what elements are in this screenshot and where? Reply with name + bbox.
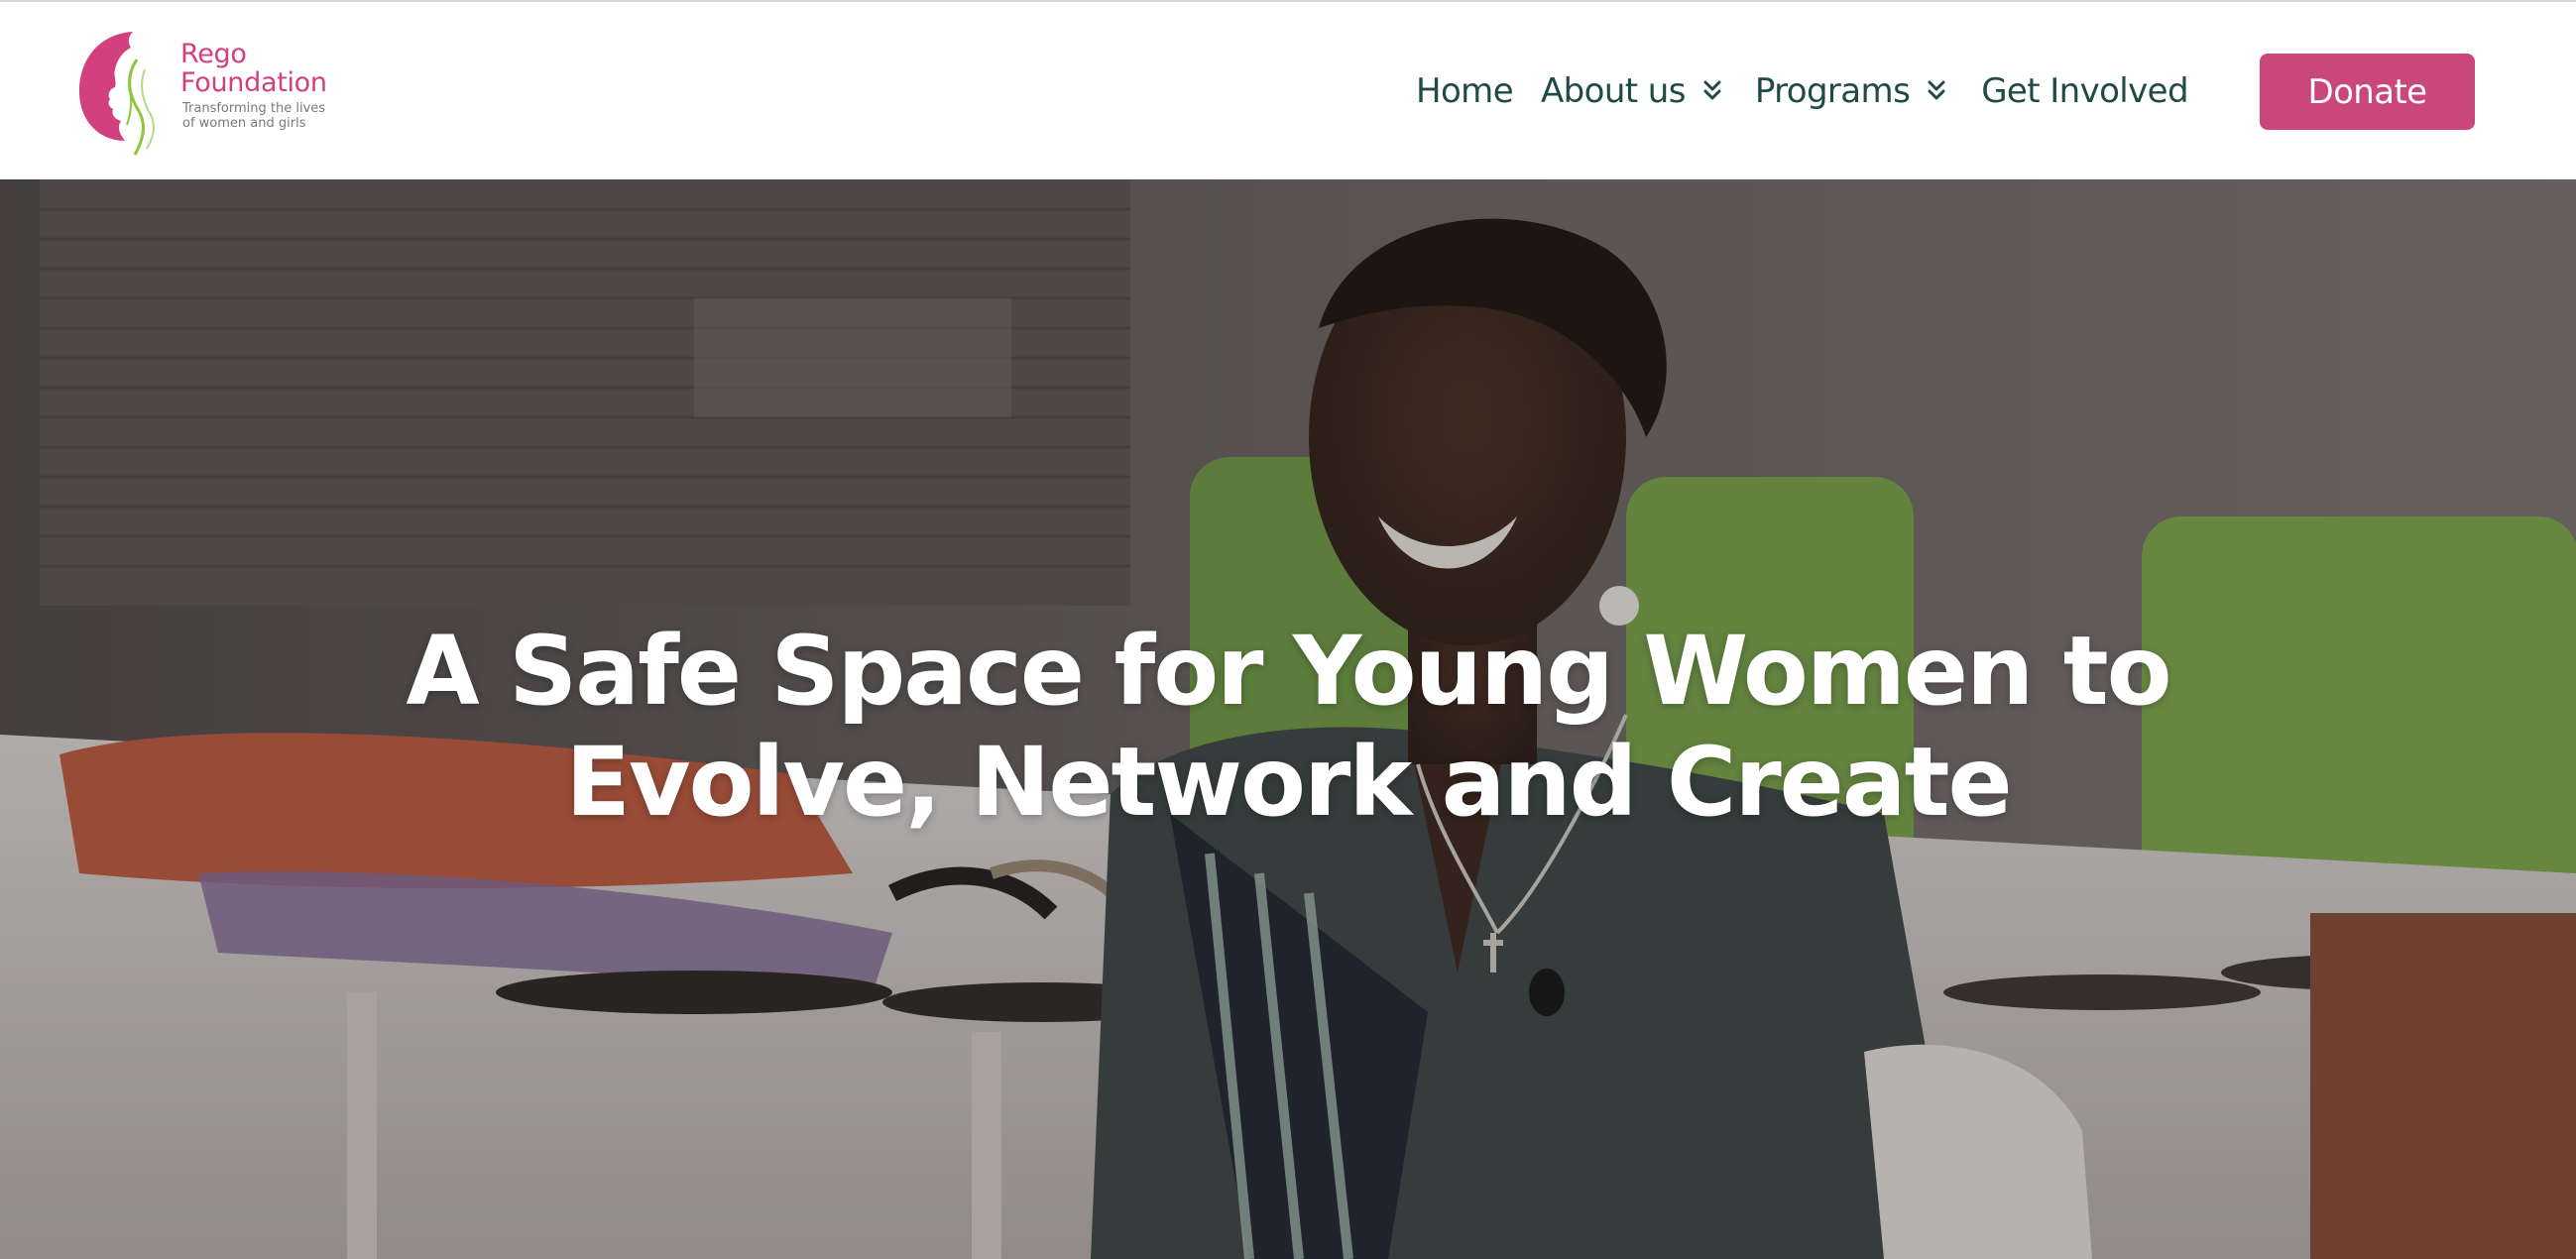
hero-section: A Safe Space for Young Women to Evolve, … — [0, 179, 2576, 1259]
nav-get-involved-label: Get Involved — [1981, 71, 2188, 111]
site-logo[interactable]: Rego Foundation Transforming the lives o… — [77, 30, 365, 159]
nav-get-involved-link[interactable]: Get Involved — [1981, 71, 2188, 111]
double-chevron-down-icon — [1703, 80, 1721, 100]
woman-profile-logo-icon — [79, 32, 155, 156]
nav-about-label: About us — [1541, 71, 1686, 111]
double-chevron-down-icon — [1928, 80, 1945, 100]
hero-title: A Safe Space for Young Women to Evolve, … — [297, 616, 2279, 838]
logo-name-line2: Foundation — [180, 67, 327, 98]
nav-programs-dropdown[interactable]: Programs — [1755, 71, 1947, 111]
main-nav: Home About us Programs Get Involved — [1416, 61, 2189, 121]
logo-tagline-line1: Transforming the lives — [182, 101, 326, 116]
page: Rego Foundation Transforming the lives o… — [0, 0, 2576, 1259]
nav-programs-label: Programs — [1754, 71, 1911, 111]
logo-name-line1: Rego — [180, 39, 247, 69]
hero-title-line2: Evolve, Network and Create — [565, 727, 2012, 838]
logo-tagline-line2: of women and girls — [182, 116, 306, 131]
nav-home-link[interactable]: Home — [1416, 71, 1514, 111]
nav-home-label: Home — [1416, 71, 1514, 111]
logo-tagline: Transforming the lives of women and girl… — [182, 101, 325, 131]
hero-title-line1: A Safe Space for Young Women to — [406, 616, 2171, 727]
site-header: Rego Foundation Transforming the lives o… — [0, 0, 2576, 179]
logo-name: Rego Foundation — [180, 40, 327, 97]
donate-button[interactable]: Donate — [2260, 54, 2475, 130]
nav-about-dropdown[interactable]: About us — [1541, 71, 1723, 111]
